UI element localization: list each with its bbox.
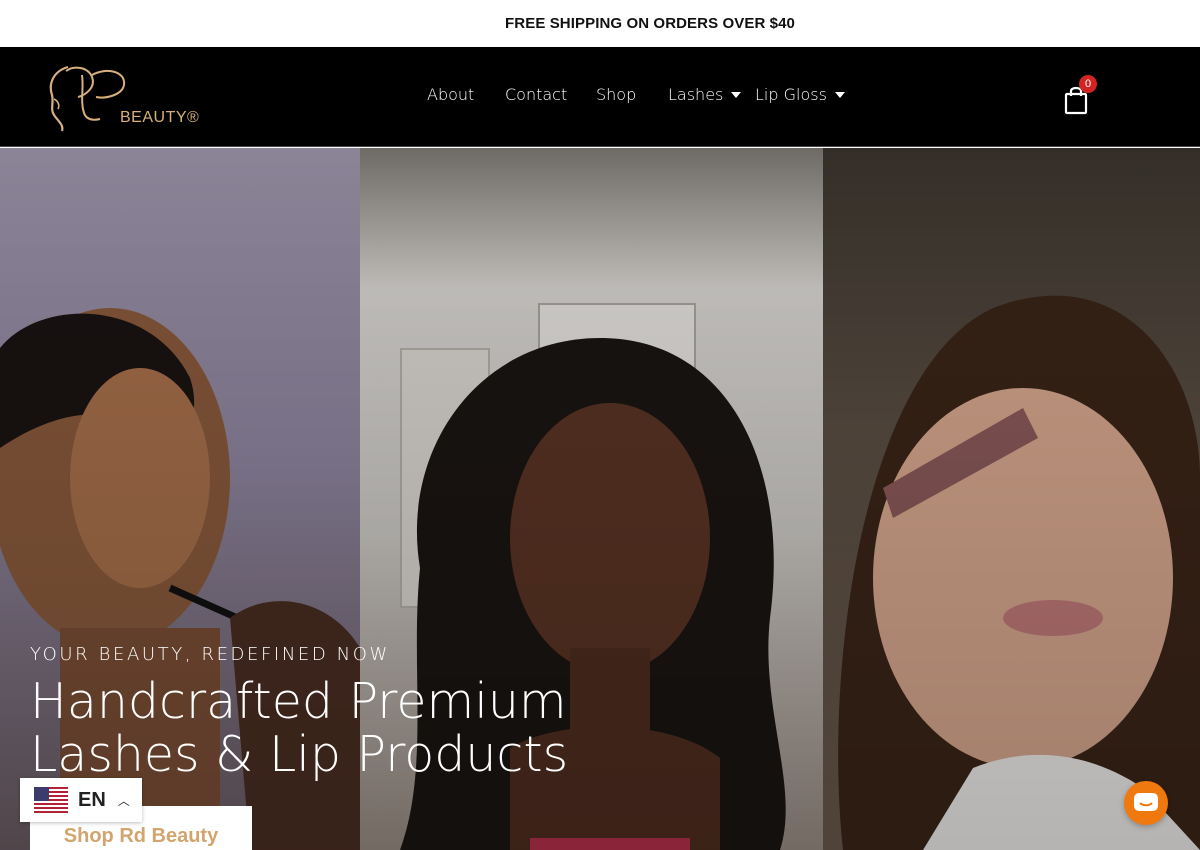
chat-button[interactable] bbox=[1124, 781, 1168, 825]
nav-item-shop[interactable]: Shop bbox=[596, 85, 636, 104]
nav-item-label: Shop bbox=[596, 85, 637, 104]
nav-item-label: Lashes bbox=[668, 85, 724, 104]
nav-item-label: Contact bbox=[505, 85, 568, 104]
hero-title: Handcrafted Premium Lashes & Lip Product… bbox=[30, 675, 670, 781]
nav-item-contact[interactable]: Contact bbox=[505, 85, 567, 104]
announcement-bar: FREE SHIPPING ON ORDERS OVER $40 bbox=[0, 0, 1200, 47]
announcement-text: FREE SHIPPING ON ORDERS OVER $40 bbox=[505, 15, 795, 32]
hero-eyebrow: YOUR BEAUTY, REDEFINED NOW bbox=[30, 644, 390, 665]
language-switcher[interactable]: EN ︿ bbox=[20, 778, 142, 822]
chevron-up-icon: ︿ bbox=[117, 793, 130, 808]
language-code: EN bbox=[78, 788, 106, 811]
main-nav: About Contact Shop Lashes Lip Gloss bbox=[0, 47, 1200, 147]
nav-item-label: About bbox=[427, 85, 475, 104]
caret-down-icon bbox=[834, 92, 845, 98]
nav-item-lip-gloss[interactable]: Lip Gloss bbox=[755, 85, 845, 104]
cart-count-badge: 0 bbox=[1079, 75, 1097, 93]
hero-title-line: Handcrafted Premium bbox=[30, 673, 567, 730]
chat-icon bbox=[1134, 793, 1158, 811]
nav-item-label: Lip Gloss bbox=[755, 85, 827, 104]
caret-down-icon bbox=[731, 92, 742, 98]
site-header: BEAUTY® About Contact Shop Lashes Lip Gl… bbox=[0, 47, 1200, 147]
nav-item-about[interactable]: About bbox=[427, 85, 474, 104]
hero-title-line: Lashes & Lip Products bbox=[30, 726, 569, 783]
cart-button[interactable]: 0 bbox=[1062, 75, 1102, 119]
nav-item-lashes[interactable]: Lashes bbox=[668, 85, 742, 104]
hero-banner: YOUR BEAUTY, REDEFINED NOW Handcrafted P… bbox=[0, 148, 1200, 850]
us-flag-icon bbox=[34, 787, 68, 813]
